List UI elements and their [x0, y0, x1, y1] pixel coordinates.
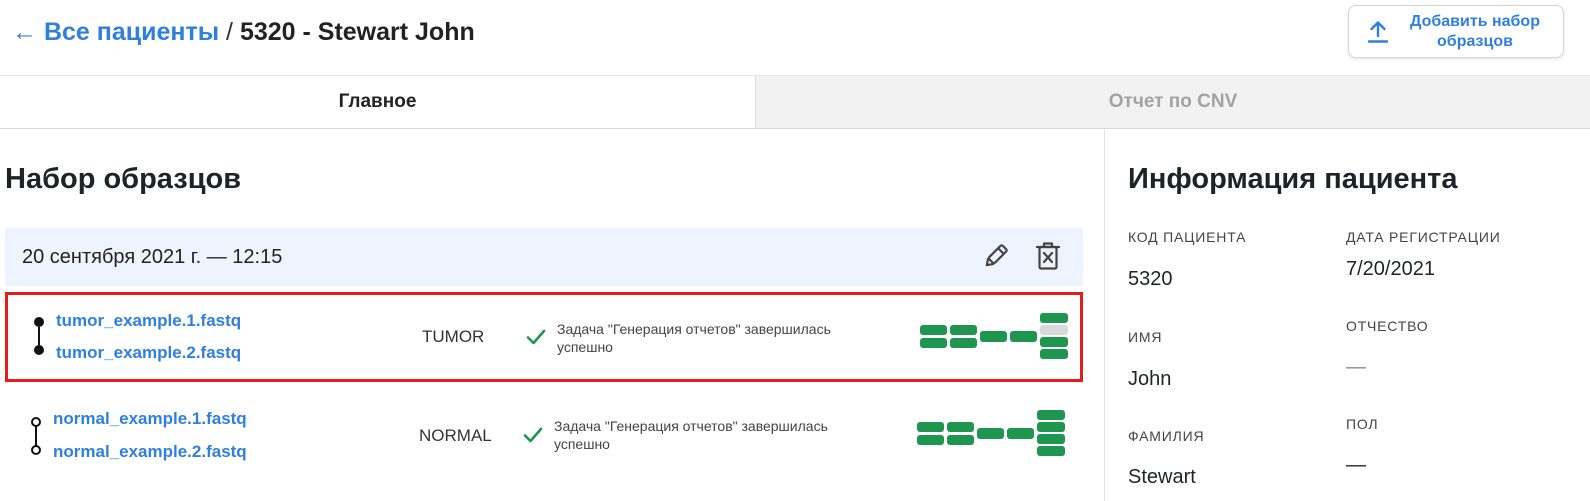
breadcrumb: ← Все пациенты / 5320 - Stewart John: [12, 16, 475, 48]
edit-icon[interactable]: [982, 241, 1010, 271]
sample-sets-title: Набор образцов: [5, 163, 242, 195]
top-bar: ← Все пациенты / 5320 - Stewart John Доб…: [0, 0, 1590, 76]
sex-value: —: [1346, 454, 1366, 476]
pipeline-step: [1010, 331, 1037, 342]
last-name-value: Stewart: [1128, 466, 1196, 488]
pipeline-step: [920, 338, 947, 348]
breadcrumb-separator: /: [219, 18, 240, 46]
back-to-patients-link[interactable]: ← Все пациенты: [12, 18, 219, 46]
registration-date-label: ДАТА РЕГИСТРАЦИИ: [1346, 229, 1501, 245]
pipeline-step: [920, 325, 947, 335]
paired-files-connector-icon: [31, 417, 41, 455]
sample-type: NORMAL: [419, 426, 492, 445]
paired-files-connector-icon: [34, 317, 44, 355]
pipeline-step: [1040, 325, 1068, 335]
pipeline-step: [950, 325, 977, 335]
patient-info-title: Информация пациента: [1128, 163, 1458, 195]
task-status: Задача "Генерация отчетов" завершилась у…: [554, 418, 828, 452]
pipeline-step: [977, 428, 1004, 439]
pipeline-step: [1040, 337, 1068, 347]
file-link[interactable]: tumor_example.1.fastq: [56, 310, 241, 332]
pipeline-step: [1007, 428, 1034, 439]
pipeline-step: [917, 435, 944, 445]
pipeline-step: [1037, 410, 1065, 420]
pipeline-step: [980, 331, 1007, 342]
file-link[interactable]: normal_example.1.fastq: [53, 408, 247, 430]
tab-main[interactable]: Главное: [0, 76, 755, 128]
check-icon: [523, 427, 543, 443]
file-link[interactable]: normal_example.2.fastq: [53, 441, 247, 463]
pipeline-step: [950, 338, 977, 348]
pipeline-progress-icon: [920, 313, 1068, 359]
file-link[interactable]: tumor_example.2.fastq: [56, 342, 241, 364]
pipeline-progress-icon: [917, 410, 1065, 456]
first-name-label: ИМЯ: [1128, 329, 1163, 345]
tab-cnv-report[interactable]: Отчет по CNV: [755, 76, 1590, 128]
registration-date-value: 7/20/2021: [1346, 258, 1435, 280]
sample-set-header: 20 сентября 2021 г. — 12:15: [5, 228, 1083, 286]
add-sample-set-button[interactable]: Добавить набор образцов: [1348, 5, 1564, 58]
task-status: Задача "Генерация отчетов" завершилась у…: [557, 321, 831, 355]
tab-bar: Главное Отчет по CNV: [0, 76, 1590, 129]
sample-set-date: 20 сентября 2021 г. — 12:15: [22, 246, 283, 268]
patient-code-value: 5320: [1128, 268, 1173, 290]
pipeline-step: [1037, 434, 1065, 444]
sample-row-tumor[interactable]: tumor_example.1.fastq tumor_example.2.fa…: [5, 292, 1083, 382]
column-divider: [1104, 129, 1105, 501]
pipeline-step: [1037, 422, 1065, 432]
first-name-value: John: [1128, 368, 1172, 390]
sample-type: TUMOR: [422, 327, 485, 346]
sample-row-normal[interactable]: normal_example.1.fastq normal_example.2.…: [5, 392, 1083, 482]
pipeline-step: [947, 422, 974, 432]
pipeline-step: [947, 435, 974, 445]
patient-code-label: КОД ПАЦИЕНТА: [1128, 229, 1247, 245]
sex-label: ПОЛ: [1346, 416, 1379, 432]
delete-icon[interactable]: [1034, 241, 1062, 271]
upload-icon: [1367, 21, 1389, 43]
pipeline-step: [917, 422, 944, 432]
check-icon: [526, 329, 546, 345]
pipeline-step: [1040, 313, 1068, 323]
patronymic-value: —: [1346, 356, 1366, 378]
pipeline-step: [1040, 349, 1068, 359]
add-sample-set-label: Добавить набор образцов: [1410, 13, 1540, 50]
last-name-label: ФАМИЛИЯ: [1128, 428, 1205, 444]
patronymic-label: ОТЧЕСТВО: [1346, 318, 1429, 334]
page-title: 5320 - Stewart John: [239, 18, 475, 46]
pipeline-step: [1037, 446, 1065, 456]
